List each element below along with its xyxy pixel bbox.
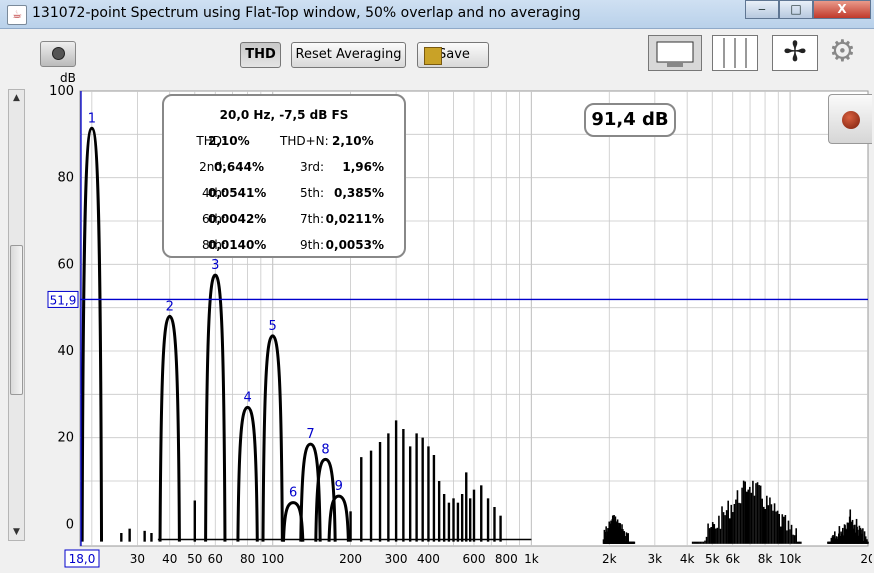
- minimize-button[interactable]: ‒: [745, 0, 779, 19]
- harmonic-label: 3: [211, 258, 219, 273]
- x-tick-label: 60: [208, 552, 223, 566]
- x-tick-label: 40: [162, 552, 177, 566]
- thd-row-value: 0,0053%: [325, 238, 384, 252]
- harmonic-label: 6: [289, 486, 297, 501]
- close-button[interactable]: X: [813, 0, 871, 19]
- x-tick-label: 50: [187, 552, 202, 566]
- harmonic-label: 1: [88, 111, 96, 126]
- y-tick-label: 20: [57, 431, 74, 446]
- maximize-button[interactable]: □: [779, 0, 813, 19]
- y-tick-label: 100: [49, 84, 74, 99]
- level-display: 91,4 dB: [584, 103, 676, 137]
- x-tick-label: 1k: [524, 552, 539, 566]
- x-tick-label: 100: [261, 552, 284, 566]
- cursor-y-label: 51,9: [50, 293, 77, 307]
- x-tick-label: 300: [385, 552, 408, 566]
- thd-row-label: 5th:: [300, 186, 324, 200]
- thd-row-value: 2,10%: [332, 134, 374, 148]
- x-tick-label: 30: [130, 552, 145, 566]
- thd-row-value: 2,10%: [208, 134, 250, 148]
- thd-row-value: 0,0541%: [208, 186, 267, 200]
- thd-title: 20,0 Hz, -7,5 dB FS: [219, 108, 349, 122]
- harmonic-label: 4: [243, 390, 251, 405]
- thd-row-label: 9th:: [300, 238, 324, 252]
- y-tick-label: 80: [57, 171, 74, 186]
- thd-row-value: 1,96%: [342, 160, 384, 174]
- x-tick-label: 200: [339, 552, 362, 566]
- harmonic-label: 2: [166, 299, 174, 314]
- x-tick-label: 4k: [680, 552, 695, 566]
- harmonic-label: 5: [269, 319, 277, 334]
- x-tick-label: 800: [495, 552, 518, 566]
- harmonic-label: 7: [306, 427, 314, 442]
- record-button[interactable]: [828, 94, 872, 144]
- harmonic-label: 9: [335, 479, 343, 494]
- java-app-icon: ☕: [7, 5, 27, 25]
- thd-row-value: 0,644%: [214, 160, 264, 174]
- x-tick-label: 6k: [725, 552, 740, 566]
- x-tick-label: 8k: [758, 552, 773, 566]
- x-tick-label: 80: [240, 552, 255, 566]
- thd-row-label: 7th:: [300, 212, 324, 226]
- x-tick-label: 2k: [602, 552, 617, 566]
- harmonic-label: 8: [321, 442, 329, 457]
- title-bar: ☕ 131072-point Spectrum using Flat-Top w…: [0, 0, 874, 29]
- thd-row-value: 0,385%: [334, 186, 384, 200]
- thd-row-value: 0,0211%: [325, 212, 384, 226]
- thd-results-box: 20,0 Hz, -7,5 dB FS THD: 2,10% THD+N: 2,…: [162, 94, 406, 258]
- x-tick-label: 600: [463, 552, 486, 566]
- thd-row-value: 0,0140%: [208, 238, 267, 252]
- y-tick-label: 40: [57, 344, 74, 359]
- x-tick-label: 20: [860, 552, 872, 566]
- window-title: 131072-point Spectrum using Flat-Top win…: [32, 5, 581, 21]
- spectrum-panel: THD Reset Averaging Save ✢ ⚙ dB ▲ ▼ 0 20 4…: [2, 29, 872, 571]
- x-tick-label: 5k: [705, 552, 720, 566]
- thd-row-label: 3rd:: [299, 160, 324, 174]
- cursor-x-label: 18,0: [69, 552, 96, 566]
- spectrum-plot[interactable]: 0 20 40 60 80 100 30 40 50 60 80 100 200 300 400 600 800…: [2, 29, 872, 571]
- x-tick-label: 400: [417, 552, 440, 566]
- y-tick-label: 60: [57, 257, 74, 272]
- x-tick-label: 3k: [648, 552, 663, 566]
- x-tick-label: 10k: [779, 552, 801, 566]
- y-tick-label: 0: [66, 517, 74, 532]
- thd-row-value: 0,0042%: [208, 212, 267, 226]
